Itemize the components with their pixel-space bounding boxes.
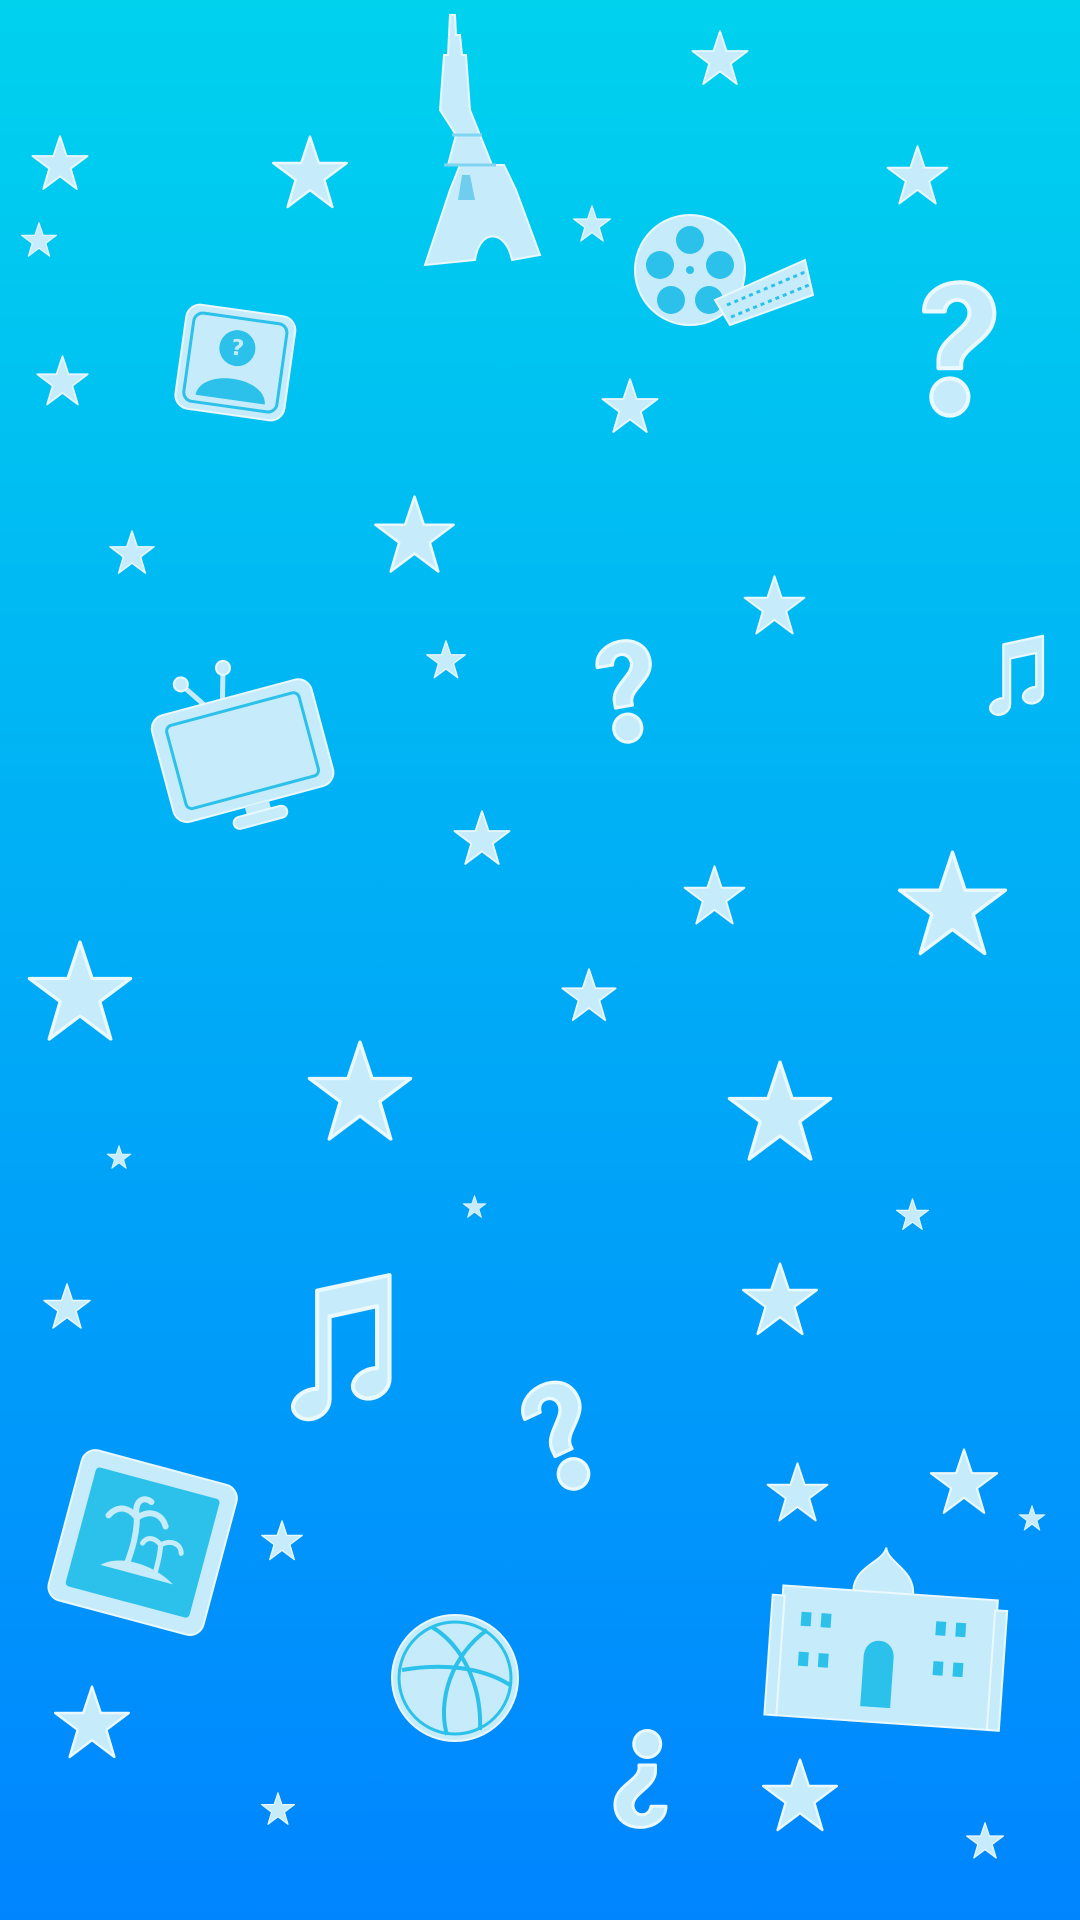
- basketball-icon: [391, 1614, 519, 1742]
- mystery-person-icon: ?: [174, 303, 297, 422]
- doodle-background: ?: [0, 0, 1080, 1920]
- doodle-canvas: ?: [0, 0, 1080, 1920]
